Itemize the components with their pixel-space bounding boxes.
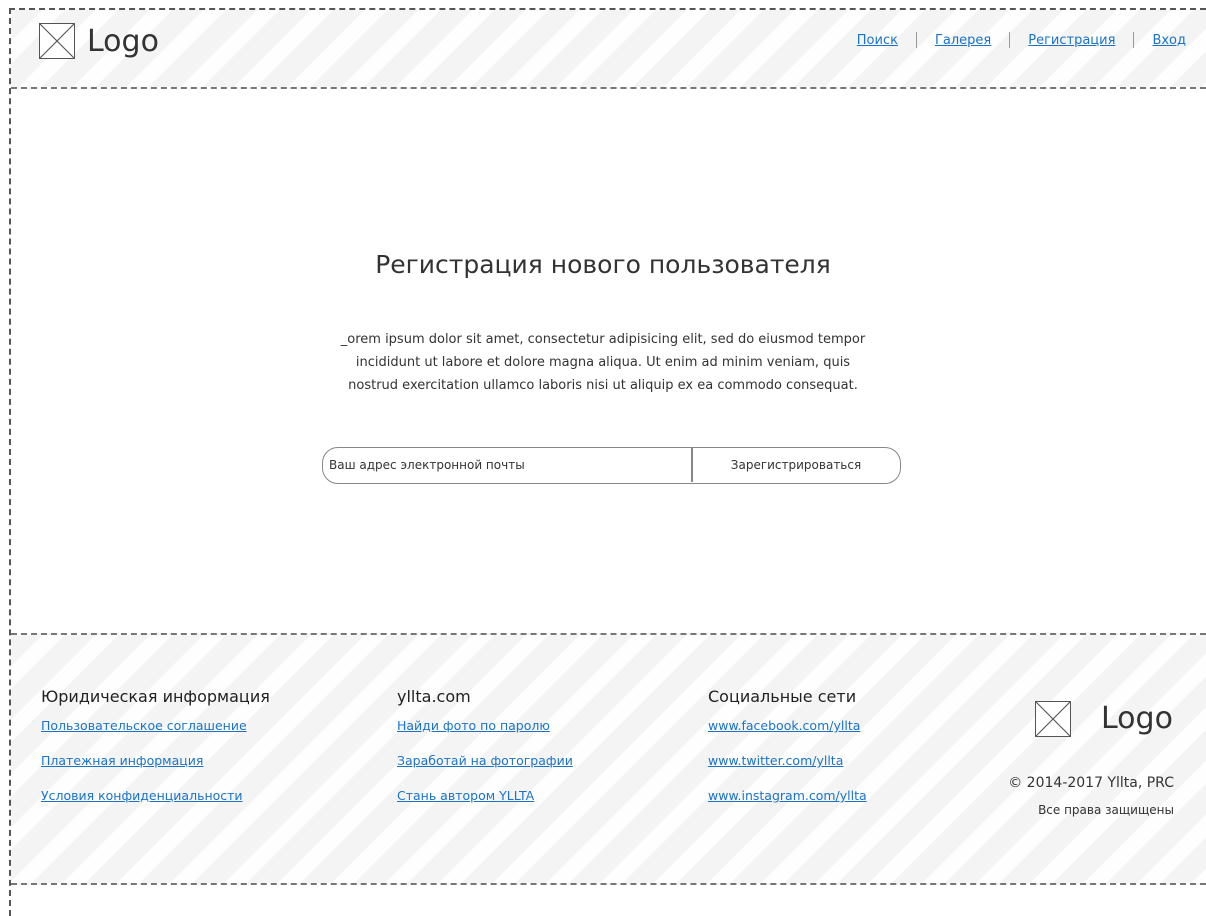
footer-heading: Социальные сети [708,687,857,706]
main-nav: Поиск Галерея Регистрация Вход [857,32,1186,48]
footer-column-site: yllta.com Найди фото по паролю Заработай… [397,687,573,823]
footer-link-instagram[interactable]: www.instagram.com/yllta [708,788,867,803]
header: Logo Поиск Галерея Регистрация Вход [11,10,1206,89]
footer-link-privacy[interactable]: Условия конфиденциальности [41,788,270,803]
copyright-text: © 2014-2017 Yllta, PRC [1008,775,1174,791]
intro-text: _orem ipsum dolor sit amet, consectetur … [300,328,906,397]
nav-divider [915,32,917,48]
footer-link-earn[interactable]: Заработай на фотографии [397,753,573,768]
nav-divider [1133,32,1135,48]
intro-line: incididunt ut labore et dolore magna ali… [355,355,851,370]
footer-heading: Юридическая информация [41,687,270,706]
footer-column-social: Социальные сети www.facebook.com/yllta w… [708,687,867,823]
footer-link-user-agreement[interactable]: Пользовательское соглашение [41,718,270,733]
logo-placeholder-icon[interactable] [39,23,75,59]
intro-line: nostrud exercitation ullamco laboris nis… [348,378,858,393]
footer: Юридическая информация Пользовательское … [11,633,1206,885]
footer-link-payment-info[interactable]: Платежная информация [41,753,270,768]
nav-search-link[interactable]: Поиск [857,33,898,48]
footer-logo-text[interactable]: Logo [1101,701,1173,736]
intro-line: _orem ipsum dolor sit amet, consectetur … [340,332,866,347]
footer-link-twitter[interactable]: www.twitter.com/yllta [708,753,867,768]
rights-text: Все права защищены [1038,803,1174,817]
footer-link-become-author[interactable]: Стань автором YLLTA [397,788,573,803]
nav-gallery-link[interactable]: Галерея [935,33,991,48]
email-input[interactable] [323,448,691,482]
nav-divider [1009,32,1011,48]
footer-link-facebook[interactable]: www.facebook.com/yllta [708,718,867,733]
footer-logo-placeholder-icon[interactable] [1035,701,1071,737]
nav-register-link[interactable]: Регистрация [1028,33,1115,48]
page-title: Регистрация нового пользователя [375,250,831,279]
register-button[interactable]: Зарегистрироваться [693,448,899,482]
signup-form: Зарегистрироваться [322,447,901,484]
nav-login-link[interactable]: Вход [1152,33,1186,48]
header-logo-text[interactable]: Logo [87,24,159,59]
footer-link-find-photo[interactable]: Найди фото по паролю [397,718,573,733]
footer-heading: yllta.com [397,687,471,706]
footer-column-legal: Юридическая информация Пользовательское … [41,687,270,823]
